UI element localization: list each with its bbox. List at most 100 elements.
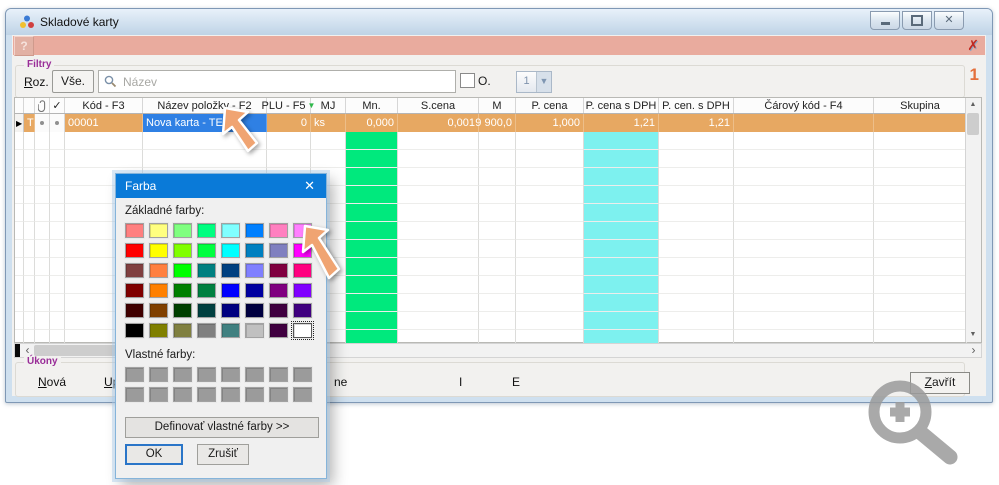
new-button[interactable]: Nová — [38, 375, 66, 389]
basic-color-swatch-#000080[interactable] — [221, 303, 240, 318]
row-cell-4[interactable]: 00001 — [65, 114, 143, 132]
basic-color-swatch-#800080[interactable] — [269, 283, 288, 298]
basic-color-swatch-#004080[interactable] — [221, 263, 240, 278]
maximize-button[interactable] — [902, 11, 932, 30]
basic-color-swatch-#400080[interactable] — [293, 303, 312, 318]
custom-color-swatch[interactable] — [125, 387, 144, 402]
column-header-col0[interactable] — [15, 98, 24, 113]
row-cell-2[interactable] — [35, 114, 50, 132]
toolbar-close-icon[interactable]: ✗ — [967, 37, 979, 54]
basic-color-swatch-#00ffff[interactable] — [221, 243, 240, 258]
basic-color-swatch-#808040[interactable] — [173, 323, 192, 338]
basic-color-swatch-#00ff80[interactable] — [197, 223, 216, 238]
column-header-s-cena[interactable]: S.cena — [398, 98, 479, 113]
row-cell-1[interactable]: T — [24, 114, 35, 132]
custom-color-swatch[interactable] — [173, 387, 192, 402]
basic-color-swatch-#004040[interactable] — [197, 303, 216, 318]
basic-color-swatch-#80ffff[interactable] — [221, 223, 240, 238]
basic-color-swatch-#80ff00[interactable] — [173, 243, 192, 258]
custom-color-swatch[interactable] — [125, 367, 144, 382]
custom-color-swatch[interactable] — [269, 387, 288, 402]
column-header--[interactable]: ✓ — [50, 98, 65, 113]
chevron-down-icon[interactable]: ▼ — [536, 72, 551, 92]
basic-color-swatch-#8080c0[interactable] — [269, 243, 288, 258]
cancel-button[interactable]: Zrušiť — [197, 444, 249, 465]
define-custom-colors-button[interactable]: Definovať vlastné farby >> — [125, 417, 319, 438]
column-header-k-d-f3[interactable]: Kód - F3 — [65, 98, 143, 113]
column-header-skupina[interactable]: Skupina — [874, 98, 967, 113]
minimize-button[interactable] — [870, 11, 900, 30]
vse-button[interactable]: Vše. — [52, 70, 94, 93]
column-header-m[interactable]: M — [479, 98, 516, 113]
scroll-up-icon[interactable]: ▲ — [966, 98, 980, 112]
basic-color-swatch-#000000[interactable] — [125, 323, 144, 338]
row-cell-3[interactable] — [50, 114, 65, 132]
basic-color-swatch-#804000[interactable] — [149, 303, 168, 318]
basic-color-swatch-#ff80c0[interactable] — [269, 223, 288, 238]
vertical-scroll-thumb[interactable] — [967, 113, 979, 135]
custom-color-swatch[interactable] — [293, 367, 312, 382]
row-cell-15[interactable] — [874, 114, 967, 132]
custom-color-swatch[interactable] — [197, 387, 216, 402]
basic-color-swatch-#ffff80[interactable] — [149, 223, 168, 238]
basic-color-swatch-#00ff40[interactable] — [197, 243, 216, 258]
basic-color-swatch-#008080[interactable] — [197, 263, 216, 278]
basic-color-swatch-#800040[interactable] — [269, 263, 288, 278]
ne-label[interactable]: ne — [334, 375, 347, 389]
column-header-p-cena[interactable]: P. cena — [516, 98, 584, 113]
dialog-close-icon[interactable]: ✕ — [304, 178, 315, 194]
column-header-mn-[interactable]: Mn. — [346, 98, 398, 113]
dialog-title-bar[interactable]: Farba ✕ — [116, 174, 326, 198]
basic-color-swatch-#c0c0c0[interactable] — [245, 323, 264, 338]
basic-color-swatch-#0000ff[interactable] — [221, 283, 240, 298]
basic-color-swatch-#80ff80[interactable] — [173, 223, 192, 238]
e-button[interactable]: E — [512, 375, 520, 389]
help-button[interactable]: ? — [14, 36, 34, 56]
basic-color-swatch-#ff8080[interactable] — [125, 223, 144, 238]
roz-label[interactable]: Roz. — [24, 75, 49, 89]
column-header-col1[interactable] — [24, 98, 35, 113]
basic-color-swatch-#400040[interactable] — [269, 323, 288, 338]
basic-color-swatch-#400040[interactable] — [269, 303, 288, 318]
custom-color-swatch[interactable] — [245, 367, 264, 382]
basic-color-swatch-#004000[interactable] — [173, 303, 192, 318]
basic-color-swatch-#ff8040[interactable] — [149, 263, 168, 278]
basic-color-swatch-#008000[interactable] — [173, 283, 192, 298]
column-header--rov-k-d-f4[interactable]: Čárový kód - F4 — [734, 98, 874, 113]
basic-color-swatch-#ffff00[interactable] — [149, 243, 168, 258]
basic-color-swatch-#8080ff[interactable] — [245, 263, 264, 278]
title-bar[interactable]: Skladové karty ✕ — [6, 9, 992, 35]
custom-color-swatch[interactable] — [269, 367, 288, 382]
basic-color-swatch-#00ff00[interactable] — [173, 263, 192, 278]
i-button[interactable]: I — [459, 375, 462, 389]
empty-row[interactable] — [15, 150, 981, 168]
basic-color-swatch-#0080c0[interactable] — [245, 243, 264, 258]
search-input[interactable] — [121, 74, 455, 90]
close-button[interactable]: ✕ — [934, 11, 964, 30]
scroll-down-icon[interactable]: ▼ — [966, 328, 980, 342]
basic-color-swatch-#ffffff[interactable] — [293, 323, 312, 338]
custom-color-swatch[interactable] — [149, 367, 168, 382]
row-cell-8[interactable]: 0,000 — [346, 114, 398, 132]
custom-color-swatch[interactable] — [173, 367, 192, 382]
empty-row[interactable] — [15, 132, 981, 150]
row-cell-14[interactable] — [734, 114, 874, 132]
column-header-p-cena-s-dph[interactable]: P. cena s DPH — [584, 98, 659, 113]
basic-color-swatch-#804040[interactable] — [125, 263, 144, 278]
custom-color-swatch[interactable] — [197, 367, 216, 382]
custom-color-swatch[interactable] — [149, 387, 168, 402]
custom-color-swatch[interactable] — [221, 367, 240, 382]
basic-color-swatch-#400000[interactable] — [125, 303, 144, 318]
basic-color-swatch-#0080ff[interactable] — [245, 223, 264, 238]
row-cell-10[interactable]: 9 900,0 — [479, 114, 516, 132]
basic-color-swatch-#000040[interactable] — [245, 303, 264, 318]
vertical-scrollbar[interactable]: ▲ ▼ — [965, 98, 981, 342]
row-cell-0[interactable]: ▶ — [15, 114, 24, 132]
column-header-col2[interactable] — [35, 98, 50, 113]
scroll-right-icon[interactable]: › — [967, 344, 980, 357]
basic-color-swatch-#800000[interactable] — [125, 283, 144, 298]
o-checkbox[interactable] — [460, 73, 475, 88]
basic-color-swatch-#0000a0[interactable] — [245, 283, 264, 298]
basic-color-swatch-#808080[interactable] — [197, 323, 216, 338]
custom-color-swatch[interactable] — [221, 387, 240, 402]
